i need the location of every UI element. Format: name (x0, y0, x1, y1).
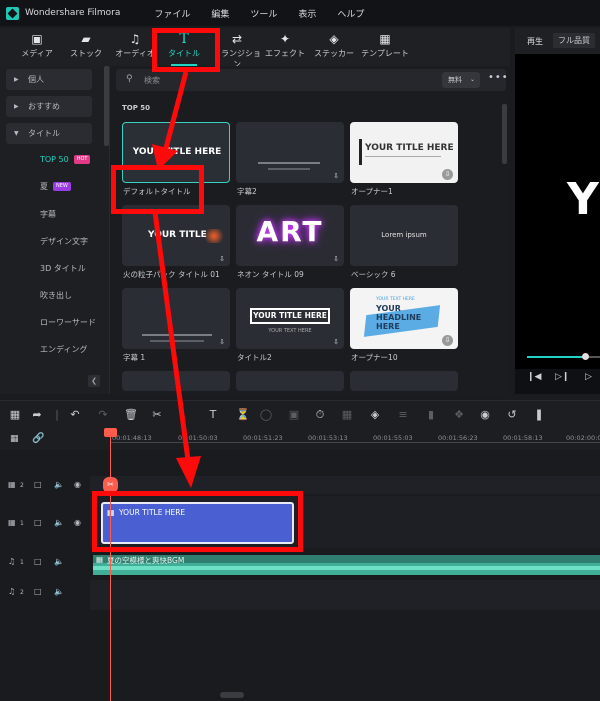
annotation-arrows (152, 71, 201, 488)
